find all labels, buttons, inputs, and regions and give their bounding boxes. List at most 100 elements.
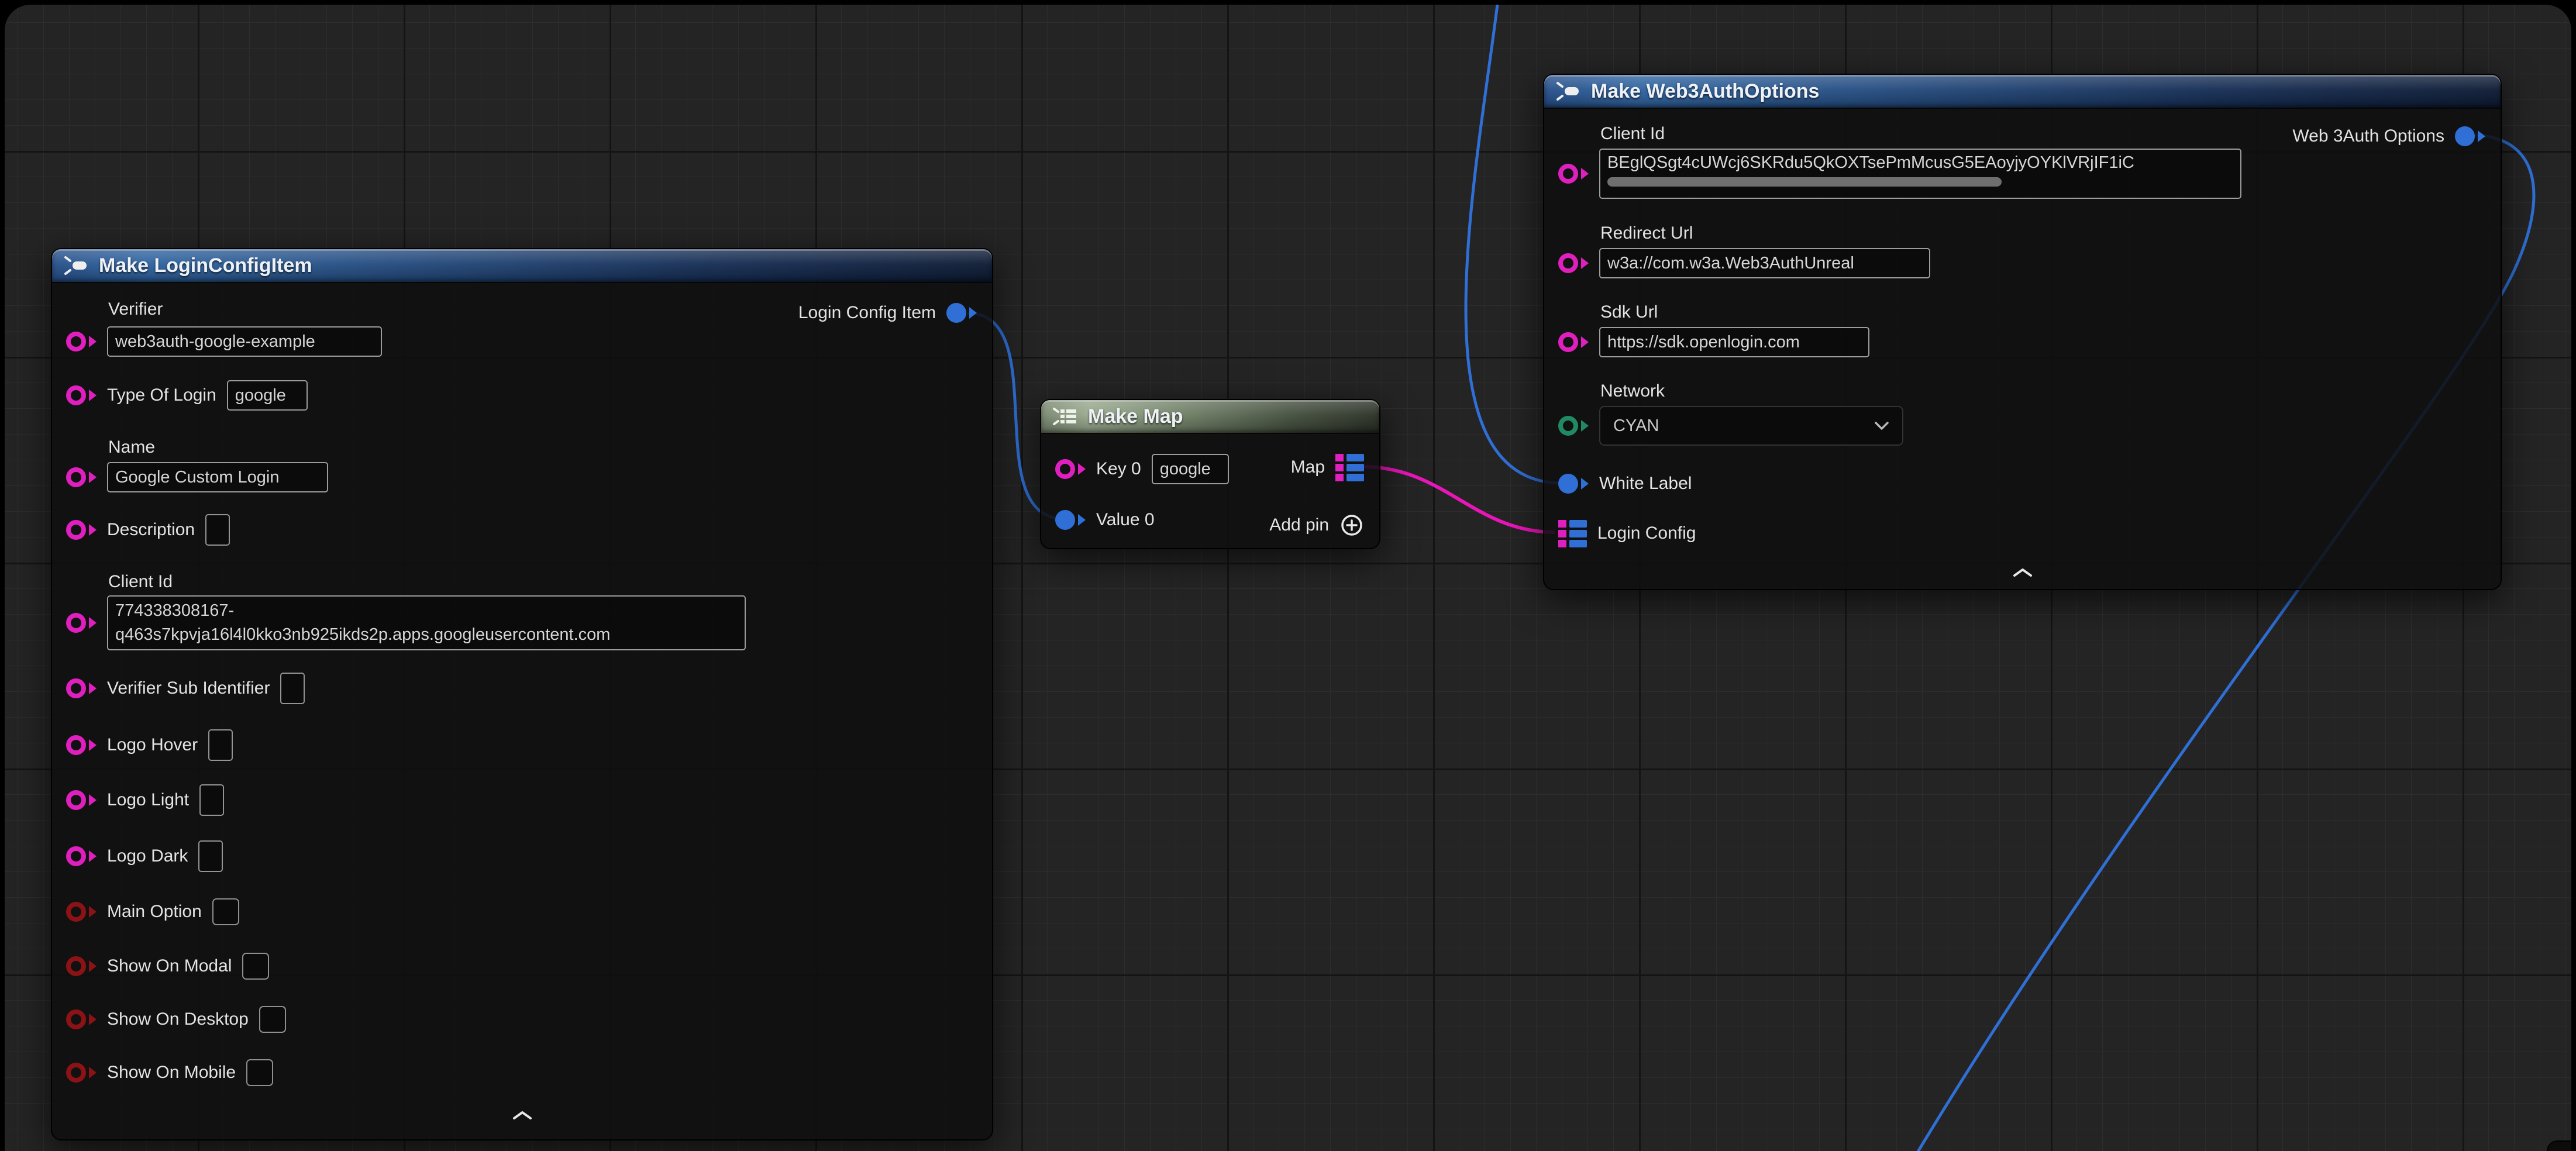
node-title: Make Web3AuthOptions [1591, 80, 1819, 103]
sdk-url-label: Sdk Url [1600, 302, 1658, 322]
show-on-modal-label: Show On Modal [107, 956, 232, 976]
bool-pin-show-on-mobile[interactable] [66, 1063, 97, 1083]
graph-panel[interactable]: Make LoginConfigItem Verifier web3auth-g… [5, 5, 2571, 1151]
login-config-item-output-row: Login Config Item [798, 297, 977, 329]
redirect-url-input[interactable]: w3a://com.w3a.Web3AuthUnreal [1599, 248, 1930, 278]
logo-hover-row: Logo Hover [66, 729, 233, 761]
network-row: CYAN [1558, 406, 1903, 446]
make-struct-icon [63, 254, 89, 277]
login-config-row: Login Config [1558, 517, 1696, 550]
value0-row: Value 0 [1055, 504, 1155, 536]
struct-pin-web3auth-options-output[interactable] [2455, 126, 2485, 146]
string-pin-name[interactable] [66, 467, 97, 487]
type-of-login-label: Type Of Login [107, 385, 216, 405]
string-pin-client-id[interactable] [66, 613, 97, 633]
node-header[interactable]: Make LoginConfigItem [52, 249, 992, 283]
string-pin-description[interactable] [66, 520, 97, 540]
logo-dark-input[interactable] [198, 840, 223, 872]
description-row: Description [66, 514, 230, 546]
struct-pin-value0[interactable] [1055, 510, 1086, 530]
show-on-mobile-label: Show On Mobile [107, 1063, 236, 1083]
string-pin-redirect-url[interactable] [1558, 253, 1589, 273]
sdk-url-row: https://sdk.openlogin.com [1558, 326, 1869, 359]
verifier-sub-input[interactable] [280, 673, 305, 704]
network-dropdown[interactable]: CYAN [1599, 406, 1903, 446]
verifier-sub-label: Verifier Sub Identifier [107, 678, 270, 698]
bool-pin-show-on-desktop[interactable] [66, 1009, 97, 1029]
add-pin-row[interactable]: Add pin [1269, 509, 1364, 542]
client-id-input[interactable]: BEglQSgt4cUWcj6SKRdu5QkOXTsePmMcusG5EAoy… [1599, 149, 2241, 199]
description-input[interactable] [205, 514, 230, 546]
client-id-input[interactable]: 774338308167- q463s7kpvja16l4l0kko3nb925… [107, 595, 746, 650]
key0-label: Key 0 [1096, 459, 1141, 479]
white-label-row: White Label [1558, 467, 1692, 500]
bool-pin-main-option[interactable] [66, 902, 97, 922]
node-title: Make Map [1088, 405, 1183, 428]
description-label: Description [107, 520, 195, 540]
show-on-mobile-checkbox[interactable] [246, 1059, 273, 1086]
node-header[interactable]: Make Web3AuthOptions [1544, 75, 2501, 109]
show-on-desktop-checkbox[interactable] [259, 1006, 286, 1033]
key0-input[interactable]: google [1152, 454, 1229, 484]
name-input[interactable]: Google Custom Login [107, 462, 328, 492]
redirect-url-label: Redirect Url [1600, 223, 1693, 243]
web3auth-options-output-label: Web 3Auth Options [2292, 126, 2444, 146]
node-make-map[interactable]: Make Map Key 0 google Value 0 Map Add pi… [1040, 399, 1380, 549]
client-id-row: 774338308167- q463s7kpvja16l4l0kko3nb925… [66, 595, 746, 650]
verifier-input[interactable]: web3auth-google-example [107, 326, 382, 357]
value0-label: Value 0 [1096, 510, 1155, 530]
show-on-modal-checkbox[interactable] [242, 953, 269, 980]
name-label: Name [108, 437, 155, 457]
map-pin-icon[interactable] [1335, 454, 1364, 481]
add-pin-icon[interactable] [1339, 513, 1364, 537]
node-make-web3authoptions[interactable]: Make Web3AuthOptions Client Id BEglQSgt4… [1543, 74, 2502, 590]
client-id-label: Client Id [108, 572, 173, 592]
web3auth-options-output-row: Web 3Auth Options [2292, 120, 2485, 153]
enum-pin-network[interactable] [1558, 416, 1589, 436]
network-selected-value: CYAN [1613, 416, 1659, 436]
collapse-node-chevron-icon[interactable] [511, 1110, 534, 1121]
string-pin-verifier-sub[interactable] [66, 678, 97, 698]
map-output-label: Map [1291, 457, 1325, 477]
add-pin-label: Add pin [1269, 515, 1329, 535]
logo-dark-label: Logo Dark [107, 846, 188, 866]
verifier-sub-row: Verifier Sub Identifier [66, 672, 305, 705]
string-pin-logo-dark[interactable] [66, 846, 97, 866]
string-pin-type-of-login[interactable] [66, 385, 97, 405]
main-option-checkbox[interactable] [212, 898, 239, 925]
offscreen-node-corner[interactable] [2547, 1140, 2571, 1151]
string-pin-client-id[interactable] [1558, 164, 1589, 184]
type-of-login-input[interactable]: google [227, 380, 308, 411]
verifier-row: web3auth-google-example [66, 325, 382, 358]
login-config-map-pin-icon[interactable] [1558, 520, 1587, 547]
login-config-item-output-label: Login Config Item [798, 303, 936, 323]
login-config-label: Login Config [1597, 523, 1696, 543]
logo-light-input[interactable] [199, 784, 224, 816]
string-pin-verifier[interactable] [66, 332, 97, 351]
string-pin-logo-light[interactable] [66, 790, 97, 810]
network-label: Network [1600, 381, 1665, 401]
make-struct-icon [1555, 80, 1582, 103]
blueprint-editor: Make LoginConfigItem Verifier web3auth-g… [0, 0, 2576, 1151]
sdk-url-input[interactable]: https://sdk.openlogin.com [1599, 327, 1869, 357]
main-option-row: Main Option [66, 895, 239, 928]
show-on-mobile-row: Show On Mobile [66, 1056, 273, 1089]
node-header[interactable]: Make Map [1041, 400, 1379, 434]
client-id-row: BEglQSgt4cUWcj6SKRdu5QkOXTsePmMcusG5EAoy… [1558, 149, 2241, 199]
logo-hover-input[interactable] [208, 729, 233, 761]
struct-pin-white-label[interactable] [1558, 474, 1589, 494]
node-make-loginconfigitem[interactable]: Make LoginConfigItem Verifier web3auth-g… [51, 248, 993, 1140]
struct-pin-login-config-item-output[interactable] [946, 303, 977, 323]
map-output-row: Map [1291, 451, 1364, 484]
key0-row: Key 0 google [1055, 453, 1229, 485]
string-pin-key0[interactable] [1055, 459, 1086, 479]
string-pin-sdk-url[interactable] [1558, 332, 1589, 352]
string-pin-logo-hover[interactable] [66, 735, 97, 755]
show-on-desktop-label: Show On Desktop [107, 1009, 249, 1029]
logo-light-label: Logo Light [107, 790, 189, 810]
client-id-scrollbar[interactable] [1607, 177, 2233, 187]
bool-pin-show-on-modal[interactable] [66, 956, 97, 976]
show-on-desktop-row: Show On Desktop [66, 1003, 286, 1036]
collapse-node-chevron-icon[interactable] [2011, 567, 2034, 578]
verifier-label: Verifier [108, 299, 163, 319]
